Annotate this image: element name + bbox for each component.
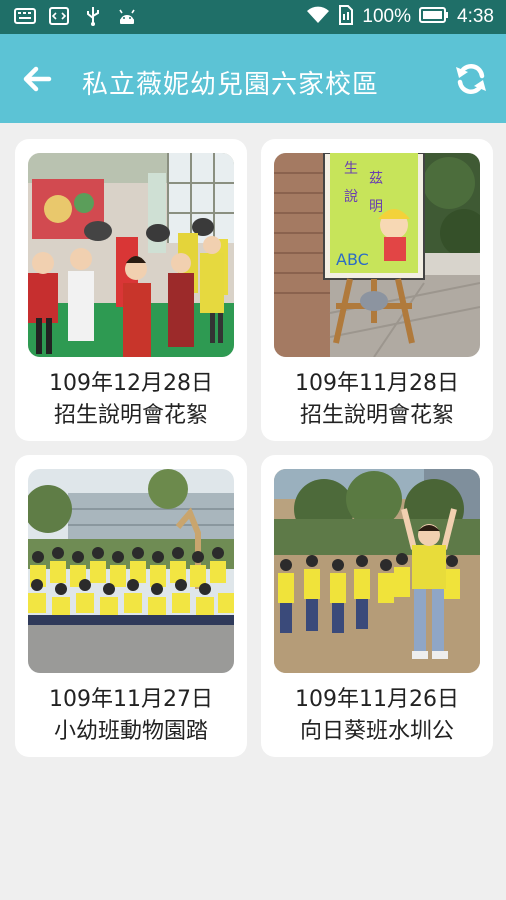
- album-date: 109年11月26日: [295, 687, 459, 712]
- album-card[interactable]: 109年11月27日 小幼班動物園踏: [15, 455, 247, 757]
- svg-text:明: 明: [369, 199, 383, 215]
- album-date: 109年11月27日: [49, 687, 213, 712]
- album-card[interactable]: 109年11月26日 向日葵班水圳公: [261, 455, 493, 757]
- android-icon: [116, 7, 138, 25]
- album-photo[interactable]: [28, 469, 234, 673]
- album-photo[interactable]: [28, 153, 234, 357]
- album-card[interactable]: 生 茲 說 明 ABC 109年11月28日 招生說明會花絮: [261, 139, 493, 441]
- album-title: 招生說明會花絮: [53, 403, 208, 428]
- svg-text:茲: 茲: [369, 171, 383, 187]
- battery-percent: 100%: [362, 6, 412, 27]
- page-title: 私立薇妮幼兒園六家校區: [82, 70, 380, 100]
- refresh-button[interactable]: [448, 56, 494, 102]
- svg-text:ABC: ABC: [336, 250, 369, 269]
- album-card[interactable]: 109年12月28日 招生說明會花絮: [15, 139, 247, 441]
- status-bar: 100% 4:38: [0, 0, 506, 34]
- album-photo[interactable]: 生 茲 說 明 ABC: [274, 153, 480, 357]
- sim-icon: [338, 5, 354, 29]
- arrow-left-icon: [23, 66, 52, 92]
- wifi-icon: [306, 5, 330, 29]
- code-icon: [48, 7, 70, 25]
- svg-text:說: 說: [344, 188, 358, 205]
- refresh-icon: [456, 63, 486, 95]
- notification-icons: [14, 7, 138, 26]
- album-photo[interactable]: [274, 469, 480, 673]
- svg-text:生: 生: [344, 161, 358, 177]
- app-bar: 私立薇妮幼兒園六家校區: [0, 34, 506, 123]
- album-date: 109年11月28日: [295, 371, 459, 396]
- battery-icon: [419, 7, 449, 27]
- system-indicators: 100% 4:38: [306, 5, 494, 29]
- clock: 4:38: [457, 6, 494, 27]
- keyboard-icon: [14, 7, 36, 25]
- album-title: 向日葵班水圳公: [299, 719, 454, 744]
- back-button[interactable]: [14, 56, 60, 102]
- album-date: 109年12月28日: [49, 371, 213, 396]
- usb-icon: [82, 7, 104, 26]
- album-title: 小幼班動物園踏: [53, 719, 208, 744]
- album-title: 招生說明會花絮: [299, 403, 454, 428]
